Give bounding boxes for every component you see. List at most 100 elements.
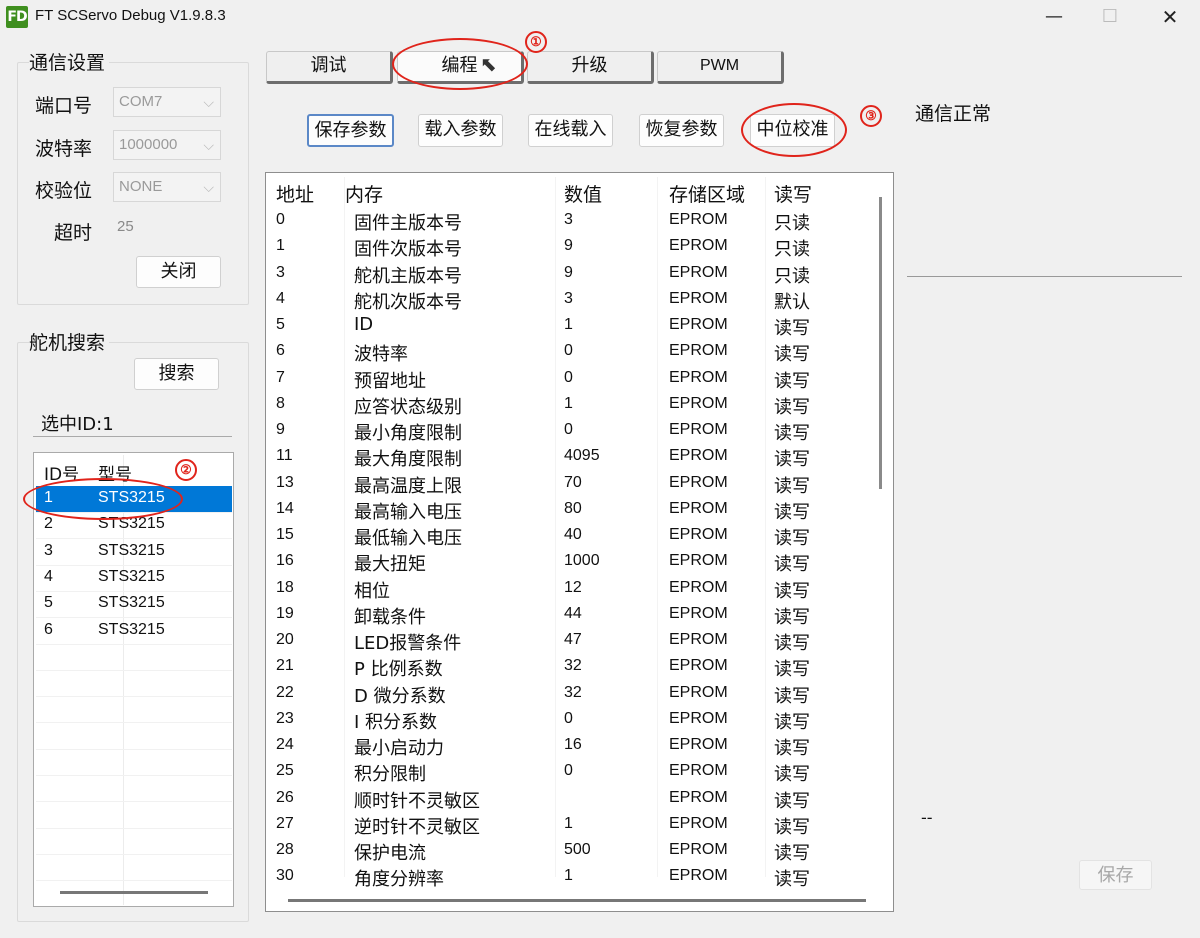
table-row[interactable]: 21 P 比例系数 32 EPROM 读写 — [266, 654, 874, 680]
tab-debug[interactable]: 调试 — [266, 51, 393, 84]
cell-value[interactable]: 0 — [564, 762, 573, 780]
list-row-divider — [36, 590, 232, 592]
table-row[interactable]: 15 最低输入电压 40 EPROM 读写 — [266, 523, 874, 549]
table-row[interactable]: 11 最大角度限制 4095 EPROM 读写 — [266, 444, 874, 470]
cell-value[interactable]: 500 — [564, 841, 591, 859]
table-row[interactable]: 25 积分限制 0 EPROM 读写 — [266, 759, 874, 785]
cell-address: 8 — [276, 394, 285, 412]
tab-pwm[interactable]: PWM — [657, 51, 784, 84]
table-row[interactable]: 4 舵机次版本号 3 EPROM 默认 — [266, 287, 874, 313]
maximize-button[interactable]: ☐ — [1090, 4, 1130, 30]
table-row[interactable]: 3 舵机主版本号 9 EPROM 只读 — [266, 261, 874, 287]
tab-upgrade[interactable]: 升级 — [527, 51, 654, 84]
baud-select[interactable]: 1000000 ⌵ — [113, 130, 221, 160]
list-hscrollbar[interactable] — [60, 891, 208, 894]
cell-rw: 读写 — [774, 869, 810, 891]
table-row[interactable]: 9 最小角度限制 0 EPROM 读写 — [266, 418, 874, 444]
selected-id-underline — [33, 436, 232, 437]
minimize-button[interactable]: — — [1034, 4, 1074, 30]
list-item[interactable]: 4 STS3215 — [36, 565, 232, 591]
cell-rw: 只读 — [774, 213, 810, 234]
table-vscrollbar[interactable] — [879, 197, 882, 489]
parity-value: NONE — [119, 178, 163, 195]
cell-address: 3 — [276, 263, 285, 281]
save-params-button[interactable]: 保存参数 — [307, 114, 394, 147]
table-row[interactable]: 18 相位 12 EPROM 读写 — [266, 576, 874, 602]
cell-value[interactable]: 32 — [564, 657, 582, 675]
close-window-button[interactable]: ✕ — [1150, 4, 1190, 30]
cell-memory-name: 最小角度限制 — [354, 423, 462, 444]
servo-list[interactable]: ID号 型号 1 STS3215 2 STS3215 3 STS3215 4 STS3215 5… — [33, 452, 234, 907]
cell-value[interactable]: 1 — [564, 815, 573, 833]
table-row[interactable]: 24 最小启动力 16 EPROM 读写 — [266, 733, 874, 759]
cell-value[interactable]: 70 — [564, 474, 582, 492]
cell-value[interactable]: 9 — [564, 264, 573, 282]
list-item[interactable]: 3 STS3215 — [36, 539, 232, 565]
cell-value[interactable]: 0 — [564, 421, 573, 439]
load-params-button[interactable]: 载入参数 — [418, 114, 503, 147]
cell-value[interactable]: 47 — [564, 631, 582, 649]
table-row[interactable]: 8 应答状态级别 1 EPROM 读写 — [266, 392, 874, 418]
restore-params-button[interactable]: 恢复参数 — [639, 114, 724, 147]
cell-rw: 读写 — [774, 790, 810, 812]
cell-value[interactable]: 4095 — [564, 447, 600, 465]
timeout-value: 25 — [117, 218, 134, 235]
cell-value[interactable]: 16 — [564, 736, 582, 754]
table-row[interactable]: 1 固件次版本号 9 EPROM 只读 — [266, 234, 874, 260]
cell-value[interactable]: 12 — [564, 579, 582, 597]
cell-value[interactable]: 0 — [564, 710, 573, 728]
list-row-divider — [36, 748, 232, 750]
status-dash: -- — [921, 808, 933, 827]
selected-id-label: 选中ID:1 — [41, 414, 114, 435]
cell-value[interactable]: 1 — [564, 867, 573, 885]
cell-value[interactable]: 0 — [564, 342, 573, 360]
cell-area: EPROM — [669, 788, 728, 806]
cell-rw: 读写 — [774, 738, 810, 759]
list-row-divider — [36, 853, 232, 855]
online-load-button[interactable]: 在线载入 — [528, 114, 613, 147]
table-row[interactable]: 16 最大扭矩 1000 EPROM 读写 — [266, 549, 874, 575]
table-row[interactable]: 0 固件主版本号 3 EPROM 只读 — [266, 208, 874, 234]
search-button[interactable]: 搜索 — [134, 358, 219, 390]
table-row[interactable]: 26 顺时针不灵敏区 EPROM 读写 — [266, 786, 874, 812]
cell-value[interactable]: 9 — [564, 237, 573, 255]
table-row[interactable]: 7 预留地址 0 EPROM 读写 — [266, 366, 874, 392]
table-row[interactable]: 6 波特率 0 EPROM 读写 — [266, 339, 874, 365]
parity-select[interactable]: NONE ⌵ — [113, 172, 221, 202]
annotation-ellipse-program-tab — [392, 38, 528, 90]
param-table[interactable]: 地址 内存 数值 存储区域 读写 0 固件主版本号 3 EPROM 只读 1 固件次版本号 9… — [265, 172, 894, 912]
list-row-divider — [36, 907, 232, 908]
cell-rw: 读写 — [774, 344, 810, 366]
cell-value[interactable]: 32 — [564, 684, 582, 702]
port-select[interactable]: COM7 ⌵ — [113, 87, 221, 117]
list-item[interactable]: 6 STS3215 — [36, 618, 232, 644]
servo-search-label: 舵机搜索 — [29, 328, 110, 355]
close-port-button[interactable]: 关闭 — [136, 256, 221, 288]
table-row[interactable]: 19 卸载条件 44 EPROM 读写 — [266, 602, 874, 628]
table-row[interactable]: 27 逆时针不灵敏区 1 EPROM 读写 — [266, 812, 874, 838]
cell-value[interactable]: 44 — [564, 605, 582, 623]
cell-value[interactable]: 40 — [564, 526, 582, 544]
cell-area: EPROM — [669, 421, 728, 438]
cell-value[interactable]: 1000 — [564, 552, 600, 570]
save-button[interactable]: 保存 — [1079, 860, 1152, 890]
cell-value[interactable]: 1 — [564, 316, 573, 334]
cell-value[interactable]: 80 — [564, 500, 582, 518]
table-row[interactable]: 5 ID 1 EPROM 读写 — [266, 313, 874, 339]
table-row[interactable]: 20 LED报警条件 47 EPROM 读写 — [266, 628, 874, 654]
cell-value[interactable]: 3 — [564, 290, 573, 308]
cell-value[interactable]: 1 — [564, 395, 573, 413]
table-row[interactable]: 28 保护电流 500 EPROM 读写 — [266, 838, 874, 864]
table-row[interactable]: 14 最高输入电压 80 EPROM 读写 — [266, 497, 874, 523]
cell-value[interactable]: 0 — [564, 369, 573, 387]
table-row[interactable]: 13 最高温度上限 70 EPROM 读写 — [266, 471, 874, 497]
table-row[interactable]: 22 D 微分系数 32 EPROM 读写 — [266, 681, 874, 707]
cell-memory-name: 角度分辨率 — [354, 869, 444, 891]
table-row[interactable]: 23 I 积分系数 0 EPROM 读写 — [266, 707, 874, 733]
table-row[interactable]: 30 角度分辨率 1 EPROM 读写 — [266, 864, 874, 890]
cell-value[interactable]: 3 — [564, 211, 573, 229]
cell-memory-name: 积分限制 — [354, 764, 426, 786]
col-header-rw: 读写 — [774, 184, 813, 206]
table-hscrollbar[interactable] — [288, 899, 866, 902]
list-item[interactable]: 5 STS3215 — [36, 591, 232, 617]
